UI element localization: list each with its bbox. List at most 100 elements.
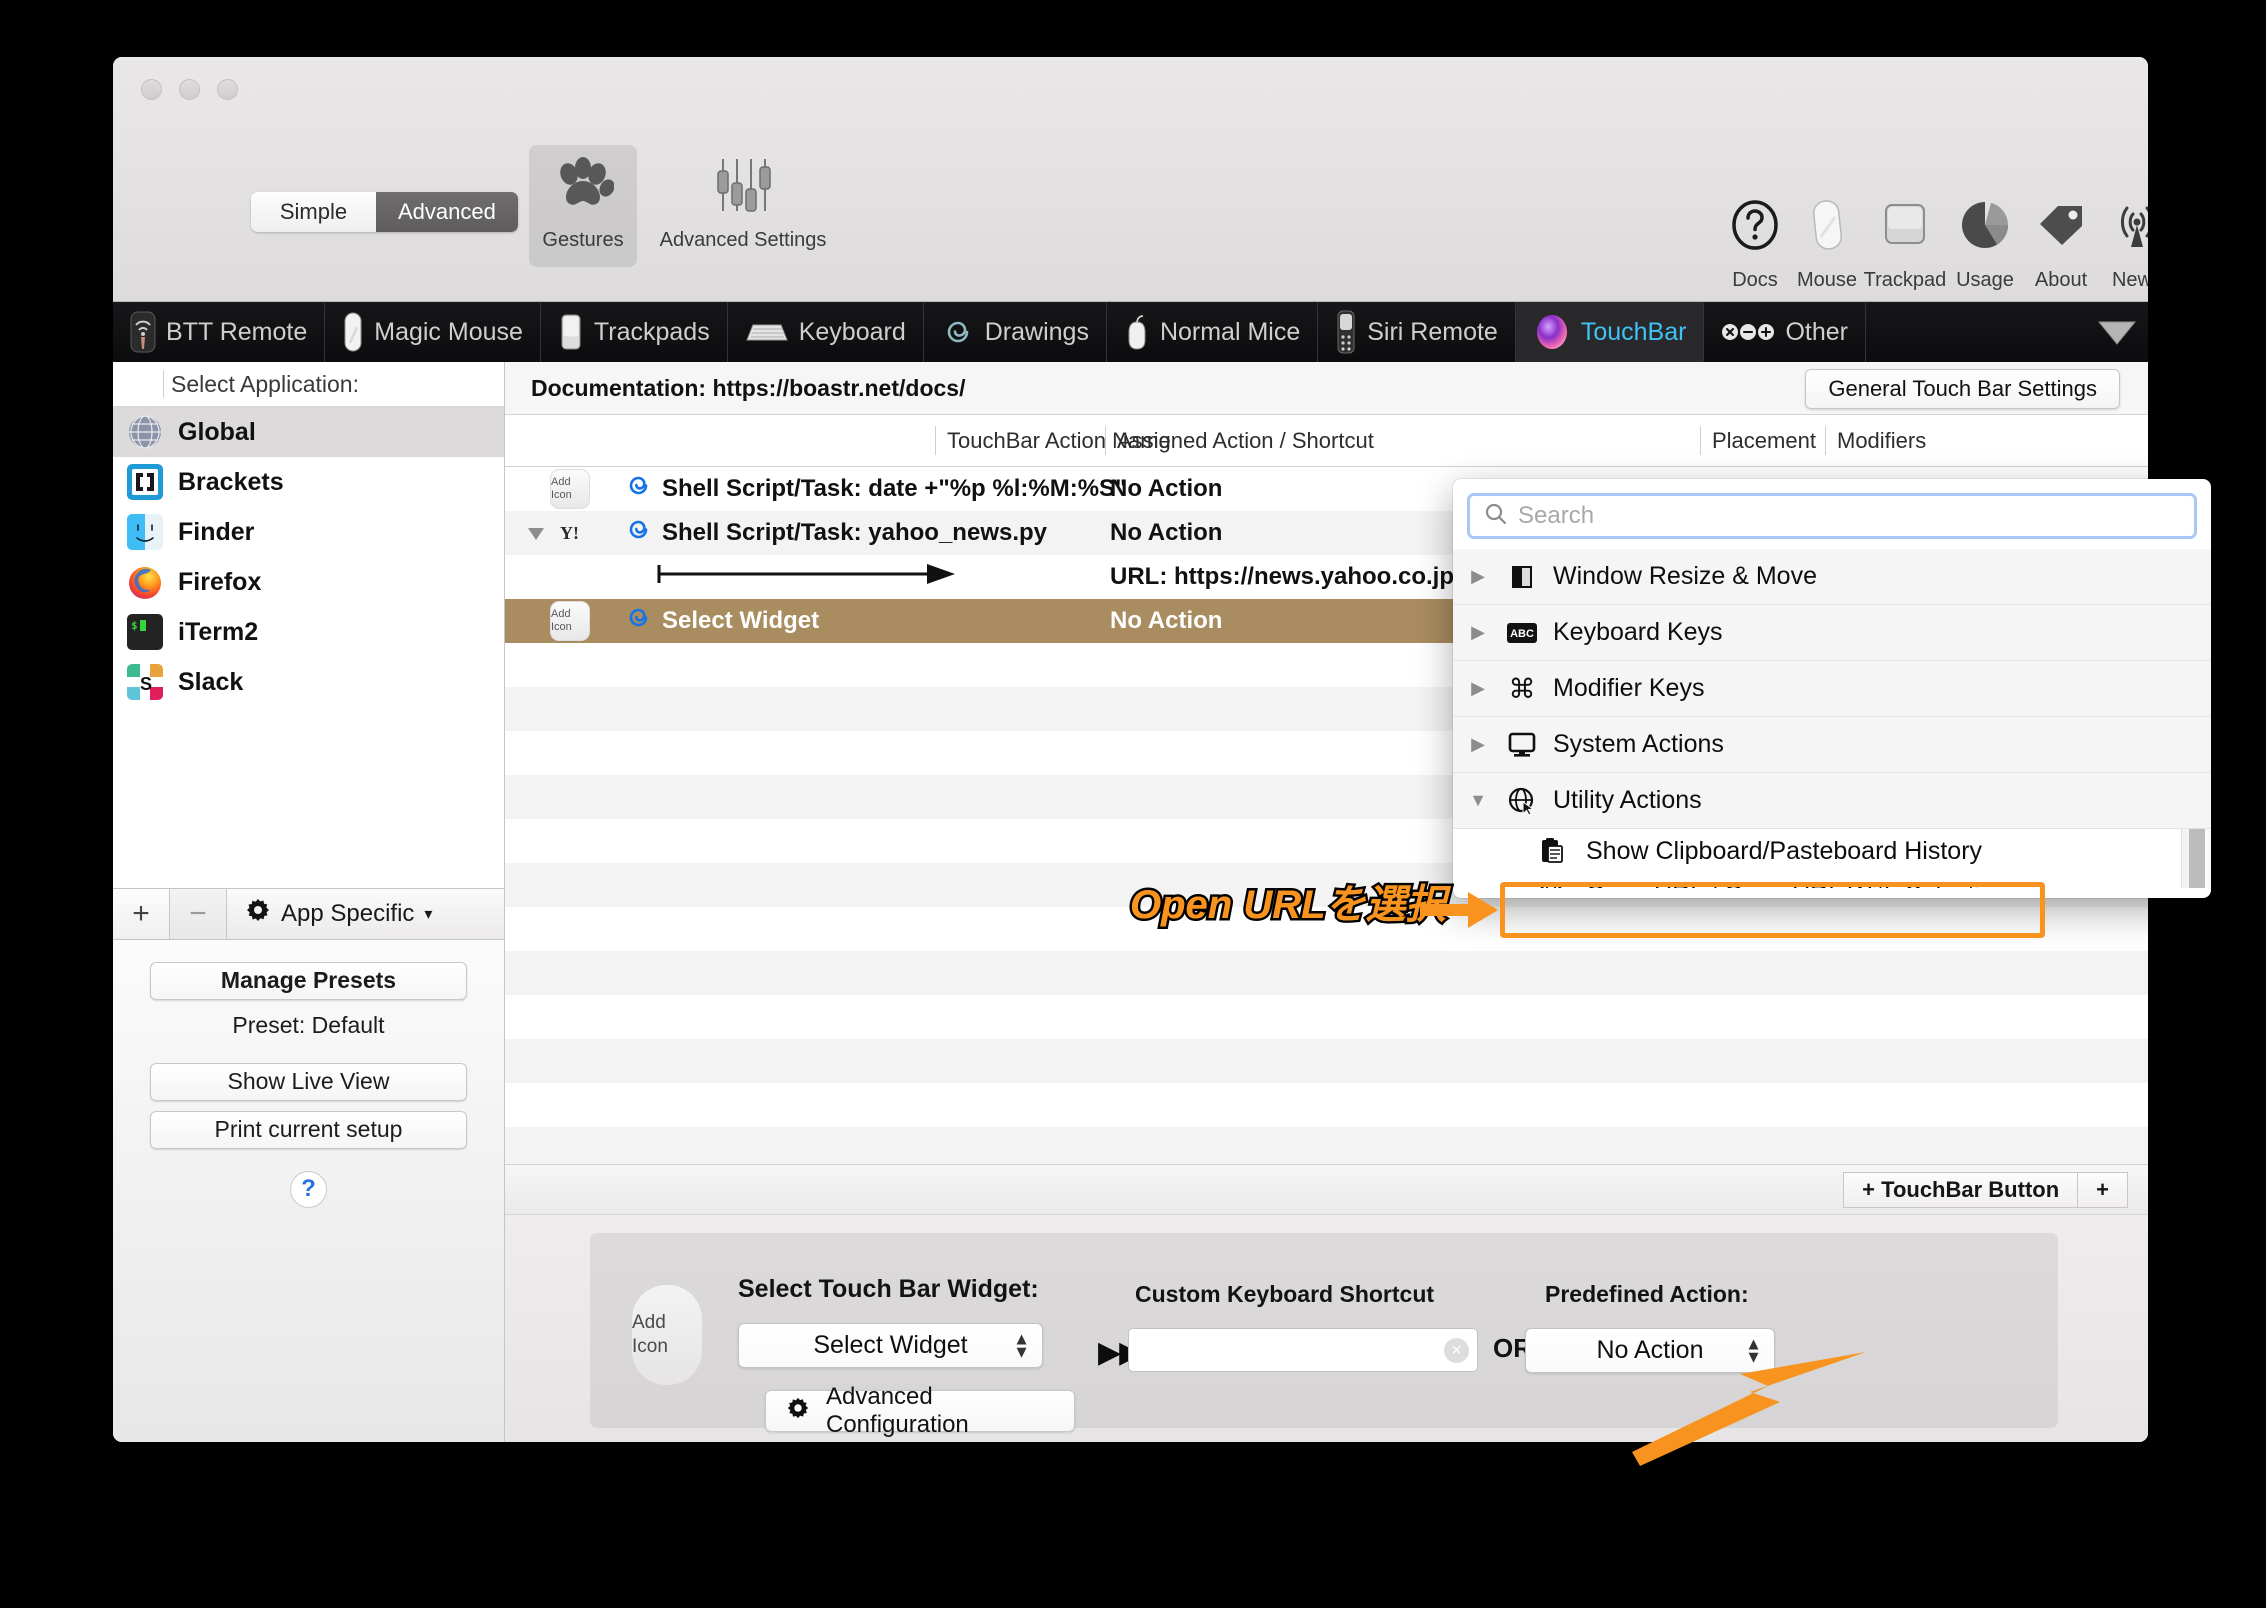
popup-item-show-clipboard-history[interactable]: Show Clipboard/Pasteboard History [1453,829,2211,873]
table-row-empty [505,1083,2148,1127]
popup-group-keyboard-keys[interactable]: ▶ ABC Keyboard Keys [1453,605,2211,661]
print-current-setup-button[interactable]: Print current setup [150,1110,467,1149]
segment-advanced[interactable]: Advanced [376,192,518,232]
sidebar-item-label: Finder [178,517,255,546]
advanced-configuration-button[interactable]: Advanced Configuration [765,1383,1075,1438]
toolbar-item-label: Gestures [542,229,624,251]
column-header-assigned-action[interactable]: Assigned Action / Shortcut [1105,415,1374,466]
other-dots-icon [1721,321,1775,343]
documentation-link[interactable]: Documentation: https://boastr.net/docs/ [531,375,965,402]
preset-label: Preset: Default [232,1011,385,1038]
toolbar-item-label: News [2111,269,2148,291]
tab-siri-remote[interactable]: Siri Remote [1318,302,1516,362]
popup-group-system-actions[interactable]: ▶ System Actions [1453,717,2211,773]
magic-mouse-icon [342,311,364,353]
popup-group-utility-actions[interactable]: ▼ Utility Actions [1453,773,2211,829]
popup-group-window-resize-move[interactable]: ▶ Window Resize & Move [1453,549,2211,605]
chevron-down-icon: ▾ [424,905,433,923]
add-app-button[interactable]: + [113,888,170,939]
touchbar-orb-icon [1533,313,1571,351]
app-sidebar: Select Application: Global Brackets Find… [113,362,505,1442]
toolbar-item-gestures[interactable]: Gestures [529,145,637,267]
minimize-button[interactable] [179,79,200,100]
sidebar-item-global[interactable]: Global [113,407,504,457]
sidebar-item-finder[interactable]: Finder [113,507,504,557]
popup-search-field[interactable]: Search [1467,493,2197,539]
popup-item-open-url[interactable]: Open URL / Open URL With Selection [1453,873,2211,888]
disclosure-right-icon[interactable]: ▶ [1467,678,1489,699]
add-more-button-label: + [2096,1176,2109,1202]
tab-other[interactable]: Other [1704,302,1866,362]
sidebar-item-label: Brackets [178,467,284,496]
app-specific-menu[interactable]: App Specific ▾ [227,889,504,939]
sliders-icon [658,145,828,225]
config-add-icon-label: Add Icon [632,1312,668,1357]
sidebar-item-brackets[interactable]: Brackets [113,457,504,507]
sidebar-item-slack[interactable]: S Slack [113,657,504,707]
widget-select[interactable]: Select Widget ▲ ▼ [738,1323,1043,1368]
tab-label: Keyboard [798,317,906,346]
traffic-lights[interactable] [141,79,238,100]
sidebar-item-iterm2[interactable]: $ iTerm2 [113,607,504,657]
device-tab-bar[interactable]: BTT Remote Magic Mouse Trackpads Keyboar… [113,302,2148,362]
config-add-icon-button[interactable]: Add Icon [632,1285,702,1385]
general-touch-bar-settings-button[interactable]: General Touch Bar Settings [1805,369,2120,409]
add-icon-button[interactable]: Add Icon [550,469,590,509]
toolbar-item-advanced-settings[interactable]: Advanced Settings [658,145,828,267]
disclosure-triangle-icon[interactable] [525,522,547,544]
popup-item-label: Modifier Keys [1553,674,1705,702]
table-row-empty [505,995,2148,1039]
documentation-bar: Documentation: https://boastr.net/docs/ … [505,362,2148,415]
disclosure-right-icon[interactable]: ▶ [1467,622,1489,643]
tab-normal-mice[interactable]: Normal Mice [1107,302,1319,362]
btt-remote-icon [130,311,156,353]
globe-cursor-icon [1505,784,1539,818]
add-touchbar-button[interactable]: + TouchBar Button [1843,1171,2078,1208]
shortcut-input[interactable]: × [1128,1328,1478,1372]
zoom-button[interactable] [217,79,238,100]
stepper-arrows-icon[interactable]: ▲ ▼ [1013,1330,1030,1360]
sidebar-item-label: Firefox [178,567,262,596]
popup-item-label: System Actions [1553,730,1724,758]
tab-trackpads[interactable]: Trackpads [541,302,728,362]
row-name-label: Shell Script/Task: date +"%p %l:%M:%S" [662,475,1127,502]
segment-simple[interactable]: Simple [251,192,376,232]
clear-icon[interactable]: × [1444,1337,1469,1363]
popup-action-list[interactable]: ▶ Window Resize & Move ▶ ABC Keyboard Ke… [1453,549,2211,888]
tab-keyboard[interactable]: Keyboard [728,302,924,362]
add-more-button[interactable]: + [2077,1171,2128,1208]
add-icon-button[interactable]: Add Icon [550,601,590,641]
row-name-label: Shell Script/Task: yahoo_news.py [662,519,1048,546]
close-button[interactable] [141,79,162,100]
help-button[interactable]: ? [290,1170,327,1208]
tab-drawings[interactable]: Drawings [924,302,1107,362]
disclosure-right-icon[interactable]: ▶ [1467,734,1489,755]
remove-app-button[interactable]: − [170,888,227,939]
predefined-action-label: Predefined Action: [1545,1281,1749,1307]
manage-presets-button[interactable]: Manage Presets [150,961,467,1000]
tab-overflow-chevron-icon[interactable] [2086,302,2148,362]
show-live-view-button[interactable]: Show Live View [150,1062,467,1101]
popup-item-label: Show Clipboard/Pasteboard History [1586,836,1983,865]
slack-icon: S [127,664,163,700]
disclosure-right-icon[interactable]: ▶ [1467,566,1489,587]
mode-segmented-control[interactable]: Simple Advanced [251,192,518,232]
application-list[interactable]: Global Brackets Finder Firefox $ iTerm2 … [113,407,504,888]
tab-touchbar[interactable]: TouchBar [1515,302,1705,362]
disclosure-down-icon[interactable]: ▼ [1467,790,1489,811]
tab-btt-remote[interactable]: BTT Remote [113,302,326,362]
column-header-placement[interactable]: Placement [1700,415,1816,466]
add-icon-label: Add Icon [551,476,572,501]
sidebar-item-firefox[interactable]: Firefox [113,557,504,607]
column-header-modifiers[interactable]: Modifiers [1825,415,1926,466]
action-picker-popup[interactable]: Search ▶ Window Resize & Move ▶ ABC Keyb… [1453,479,2211,898]
spiral-icon [625,516,652,550]
row-name-cell: Shell Script/Task: date +"%p %l:%M:%S" [625,472,1126,506]
widget-select-value: Select Widget [813,1331,968,1359]
popup-group-modifier-keys[interactable]: ▶ ⌘ Modifier Keys [1453,661,2211,717]
tab-label: Drawings [984,317,1089,346]
tab-magic-mouse[interactable]: Magic Mouse [325,302,541,362]
row-thumbnail: Y! [560,522,579,543]
toolbar-item-news[interactable]: News [2083,185,2148,292]
tab-label: Trackpads [593,317,710,346]
